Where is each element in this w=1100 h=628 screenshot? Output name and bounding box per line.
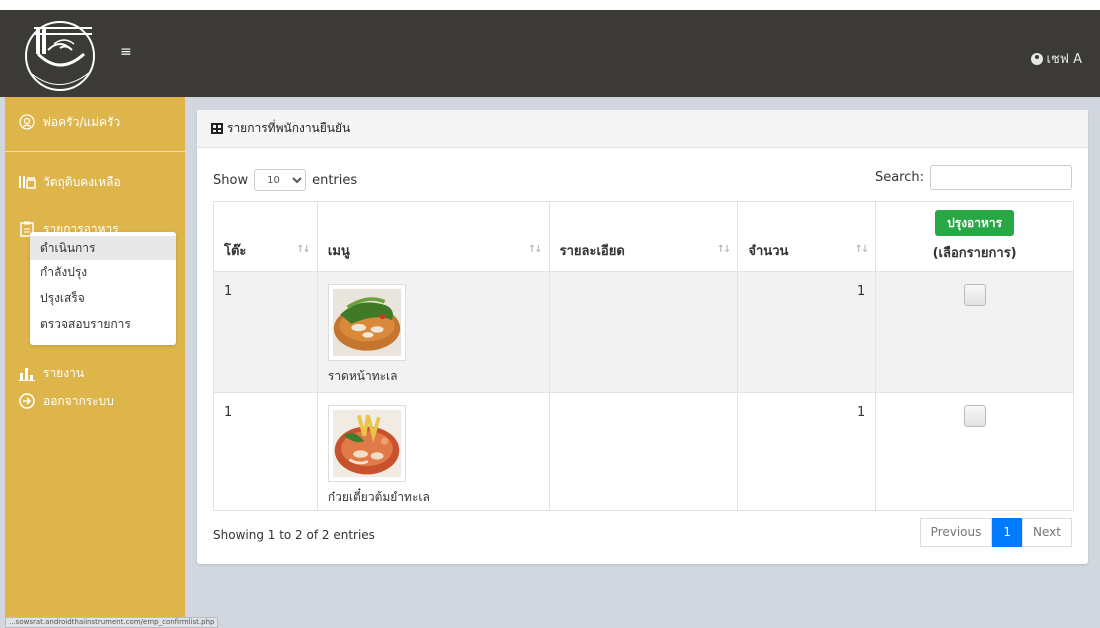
pagination: Previous 1 Next — [919, 518, 1072, 547]
restaurant-logo[interactable] — [8, 14, 118, 94]
panel-title: รายการที่พนักงานยืนยัน — [227, 121, 351, 135]
sidebar-item-report[interactable]: รายงาน — [5, 362, 185, 384]
ingredients-icon — [17, 173, 37, 191]
page-1-button[interactable]: 1 — [992, 518, 1023, 547]
previous-page-button[interactable]: Previous — [919, 518, 993, 547]
submenu-item-cooking[interactable]: กำลังปรุง — [30, 260, 176, 284]
menu-submenu: ดำเนินการ กำลังปรุง ปรุงเสร็จ ตรวจสอบราย… — [30, 232, 176, 345]
sidebar-item-logout[interactable]: ออกจากระบบ — [5, 390, 185, 412]
cell-menu: ราดหน้าทะเล — [316, 271, 550, 393]
column-header-label: เมนู — [327, 244, 350, 259]
select-checkbox[interactable] — [963, 284, 986, 306]
sort-icon: ↑↓ — [527, 244, 543, 255]
chef-icon — [17, 113, 37, 131]
cell-select — [875, 392, 1074, 511]
column-header-table[interactable]: โต๊ะ ↑↓ — [213, 201, 318, 272]
cell-menu: ก๋วยเตี๋ยวต้มยำทะเล — [316, 392, 550, 511]
panel-header: รายการที่พนักงานยืนยัน — [197, 110, 1088, 148]
sidebar: พ่อครัว/แม่ครัว วัตถุดิบคงเหลือ รายการอา… — [5, 97, 185, 628]
search-input[interactable] — [930, 165, 1072, 190]
dish-name: ราดหน้าทะเล — [327, 369, 398, 383]
sort-icon: ↑↓ — [296, 244, 311, 255]
cook-button[interactable]: ปรุงอาหาร — [935, 210, 1015, 236]
top-header: ≡ เชฟ A — [0, 0, 1100, 97]
sidebar-item-label: ออกจากระบบ — [43, 393, 114, 408]
table-row: 1 ราดหน้าทะเล 1 — [213, 271, 1074, 393]
cell-table-number: 1 — [213, 271, 318, 393]
page-length-select[interactable]: 10 — [254, 169, 307, 191]
entries-label: entries — [312, 172, 358, 188]
user-menu[interactable]: เชฟ A — [1030, 48, 1083, 69]
select-checkbox[interactable] — [963, 405, 986, 427]
sidebar-divider — [5, 151, 185, 152]
column-header-quantity[interactable]: จำนวน ↑↓ — [737, 201, 877, 272]
confirmed-orders-panel: รายการที่พนักงานยืนยัน Show 10 entries S… — [197, 110, 1088, 564]
sort-icon: ↑↓ — [716, 244, 732, 255]
submenu-item-cooked[interactable]: ปรุงเสร็จ — [30, 286, 176, 310]
table-icon — [211, 123, 223, 134]
bar-chart-icon — [17, 364, 37, 382]
column-header-select: ปรุงอาหาร (เลือกรายการ) — [875, 201, 1074, 272]
table-info: Showing 1 to 2 of 2 entries — [213, 528, 375, 542]
show-label: Show — [213, 172, 249, 188]
dish-photo-tomyum-noodle — [327, 405, 406, 482]
user-circle-icon — [1030, 52, 1043, 65]
cell-quantity: 1 — [737, 271, 877, 393]
dish-name: ก๋วยเตี๋ยวต้มยำทะเล — [327, 490, 430, 504]
cell-table-number: 1 — [213, 392, 318, 511]
page-length-control: Show 10 entries — [213, 169, 357, 191]
sidebar-item-label: รายงาน — [43, 365, 85, 380]
cell-select — [875, 271, 1074, 393]
user-name: เชฟ A — [1046, 52, 1083, 67]
logout-arrow-icon — [17, 392, 37, 410]
column-header-detail[interactable]: รายละเอียด ↑↓ — [548, 201, 739, 272]
dish-photo-radna-seafood — [327, 284, 406, 361]
cell-quantity: 1 — [737, 392, 877, 511]
sidebar-item-chef[interactable]: พ่อครัว/แม่ครัว — [5, 111, 185, 133]
column-header-label: รายละเอียด — [559, 244, 625, 259]
status-bar-url: ...sowsrat.androidthaiinstrument.com/emp… — [5, 617, 219, 628]
column-header-label: จำนวน — [748, 244, 789, 259]
cell-detail — [548, 271, 739, 393]
orders-table: โต๊ะ ↑↓ เมนู ↑↓ รายละเอียด ↑↓ จำนวน ↑↓ ปรุงอ… — [213, 201, 1074, 511]
search-label: Search: — [874, 170, 924, 185]
sidebar-item-ingredients[interactable]: วัตถุดิบคงเหลือ — [5, 171, 185, 193]
cell-detail — [548, 392, 739, 511]
column-header-menu[interactable]: เมนู ↑↓ — [316, 201, 550, 272]
search-control: Search: — [875, 165, 1072, 190]
sidebar-item-label: พ่อครัว/แม่ครัว — [43, 114, 121, 129]
select-items-label: (เลือกรายการ) — [932, 246, 1017, 261]
table-row: 1 ก๋วยเตี๋ยวต้มยำทะเล 1 — [213, 392, 1074, 511]
next-page-button[interactable]: Next — [1022, 518, 1072, 547]
sort-icon: ↑↓ — [854, 244, 869, 255]
noodle-bowl-logo-icon — [25, 21, 95, 91]
column-header-label: โต๊ะ — [224, 244, 247, 259]
submenu-item-check-list[interactable]: ตรวจสอบรายการ — [30, 312, 176, 336]
submenu-item-processing[interactable]: ดำเนินการ — [30, 236, 176, 260]
sidebar-item-label: วัตถุดิบคงเหลือ — [43, 174, 121, 189]
sidebar-toggle-icon[interactable]: ≡ — [120, 44, 136, 60]
